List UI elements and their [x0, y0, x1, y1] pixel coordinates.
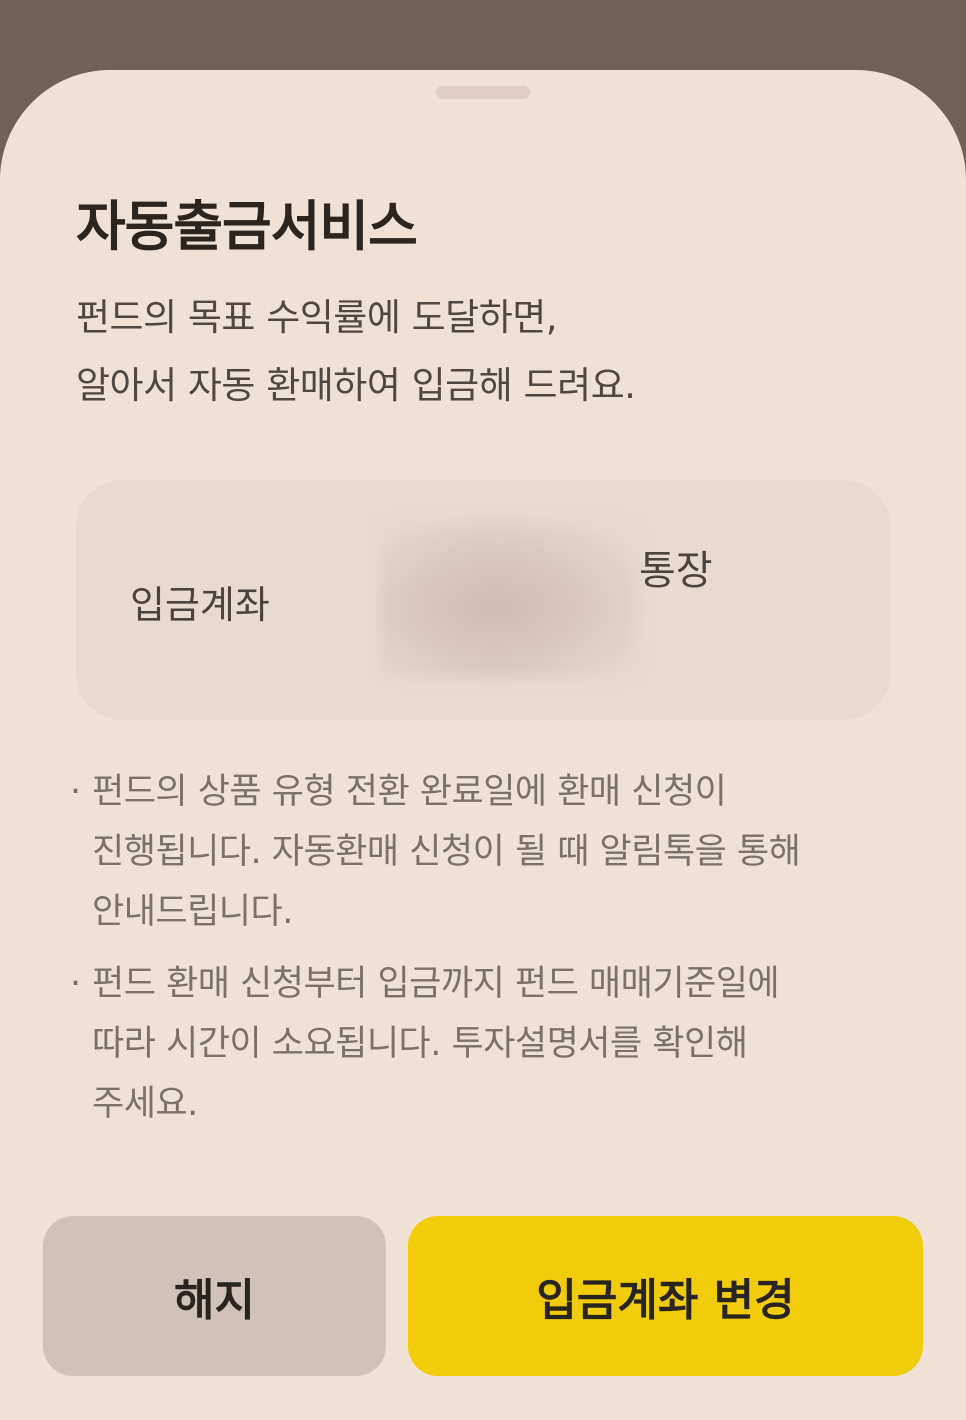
notice-line: 펀드 환매 신청부터 입금까지 펀드 매매기준일에: [92, 964, 780, 1004]
bottom-sheet: 자동출금서비스 펀드의 목표 수익률에 도달하면, 알아서 자동 환매하여 입금…: [0, 70, 966, 1420]
sheet-title: 자동출금서비스: [76, 195, 418, 258]
notice-line: 안내드립니다.: [92, 892, 293, 932]
notice-list: · 펀드의 상품 유형 전환 완료일에 환매 신청이 진행됩니다. 자동환매 신…: [70, 762, 890, 1146]
notice-item: · 펀드의 상품 유형 전환 완료일에 환매 신청이 진행됩니다. 자동환매 신…: [70, 762, 890, 942]
notice-item: · 펀드 환매 신청부터 입금까지 펀드 매매기준일에 따라 시간이 소요됩니다…: [70, 954, 890, 1134]
change-deposit-account-button[interactable]: 입금계좌 변경: [408, 1216, 923, 1376]
notice-line: 따라 시간이 소요됩니다. 투자설명서를 확인해: [92, 1024, 748, 1064]
account-type-suffix: 통장: [639, 548, 713, 594]
notice-line: 진행됩니다. 자동환매 신청이 될 때 알림톡을 통해: [92, 832, 801, 872]
deposit-account-label: 입금계좌: [130, 583, 270, 627]
sheet-description: 펀드의 목표 수익률에 도달하면, 알아서 자동 환매하여 입금해 드려요.: [76, 284, 636, 420]
description-line: 알아서 자동 환매하여 입금해 드려요.: [76, 364, 636, 407]
bullet: ·: [70, 964, 81, 1004]
notice-line: 펀드의 상품 유형 전환 완료일에 환매 신청이: [92, 772, 727, 812]
cancel-service-button[interactable]: 해지: [43, 1216, 386, 1376]
notice-line: 주세요.: [92, 1084, 198, 1124]
masked-account-number: [380, 520, 640, 678]
description-line: 펀드의 목표 수익률에 도달하면,: [76, 296, 558, 339]
drag-handle[interactable]: [436, 86, 530, 99]
deposit-account-card: 입금계좌 통장: [76, 480, 890, 720]
bullet: ·: [70, 772, 81, 812]
